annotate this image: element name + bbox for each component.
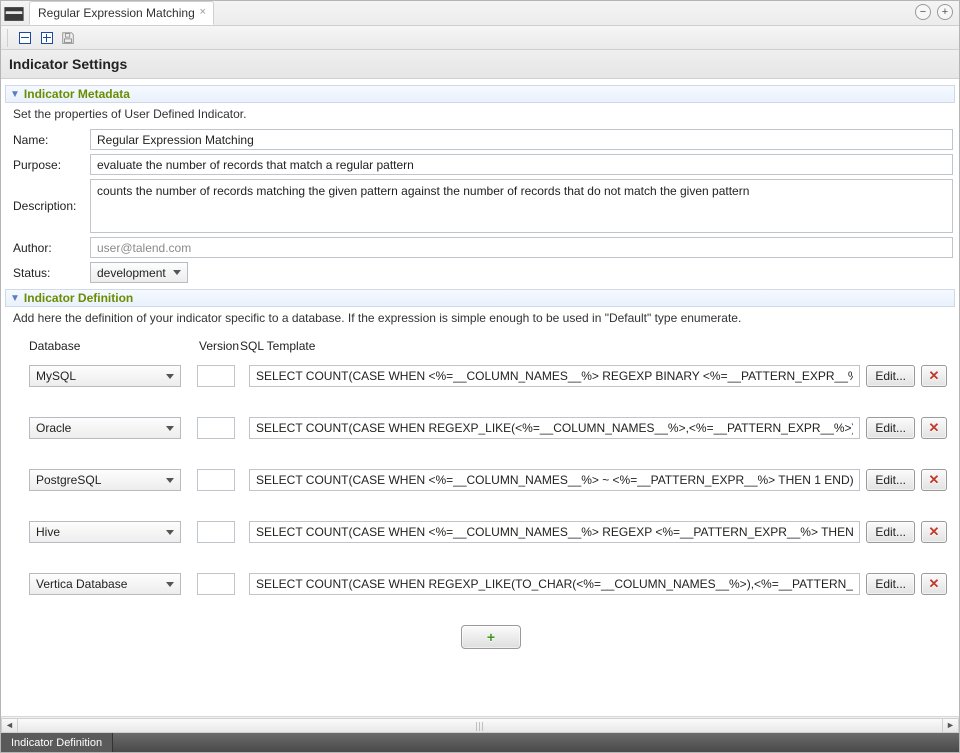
version-input[interactable]	[197, 573, 235, 595]
sql-template-input[interactable]	[249, 417, 860, 439]
sql-template-input[interactable]	[249, 469, 860, 491]
definition-row: MySQL Edit... ✕	[29, 365, 953, 387]
delete-button[interactable]: ✕	[921, 469, 947, 491]
status-select[interactable]: development	[90, 262, 188, 283]
delete-button[interactable]: ✕	[921, 417, 947, 439]
section-title-metadata: Indicator Metadata	[24, 87, 130, 101]
purpose-input[interactable]	[90, 154, 953, 175]
edit-label: Edit...	[875, 577, 906, 591]
edit-label: Edit...	[875, 525, 906, 539]
edit-button[interactable]: Edit...	[866, 521, 915, 543]
database-value: Vertica Database	[36, 577, 127, 591]
name-input[interactable]	[90, 129, 953, 150]
minimize-icon[interactable]: −	[915, 4, 931, 20]
definition-row: Vertica Database Edit... ✕	[29, 573, 953, 595]
edit-button[interactable]: Edit...	[866, 365, 915, 387]
edit-label: Edit...	[875, 369, 906, 383]
tabstrip-tools: − +	[915, 4, 953, 20]
delete-icon: ✕	[929, 524, 940, 540]
delete-button[interactable]: ✕	[921, 365, 947, 387]
definition-row: PostgreSQL Edit... ✕	[29, 469, 953, 491]
header-database: Database	[29, 339, 199, 353]
bottom-tab-label: Indicator Definition	[11, 737, 102, 749]
section-header-definition[interactable]: ▼ Indicator Definition	[5, 289, 955, 307]
definition-row: Oracle Edit... ✕	[29, 417, 953, 439]
scroll-track[interactable]	[18, 718, 942, 733]
version-input[interactable]	[197, 365, 235, 387]
tab-title: Regular Expression Matching	[38, 6, 195, 20]
bottom-tabs: Indicator Definition	[1, 733, 959, 752]
label-status: Status:	[13, 266, 90, 280]
version-input[interactable]	[197, 469, 235, 491]
delete-icon: ✕	[929, 472, 940, 488]
definition-hint: Add here the definition of your indicato…	[13, 311, 953, 325]
label-description: Description:	[13, 199, 90, 213]
delete-icon: ✕	[929, 420, 940, 436]
database-select[interactable]: Vertica Database	[29, 573, 181, 595]
header-version: Version	[199, 339, 240, 353]
edit-label: Edit...	[875, 421, 906, 435]
section-title-definition: Indicator Definition	[24, 291, 133, 305]
metadata-form: Name: Purpose: Description: counts the n…	[13, 129, 953, 283]
delete-icon: ✕	[929, 576, 940, 592]
delete-icon: ✕	[929, 368, 940, 384]
database-value: Oracle	[36, 421, 71, 435]
edit-label: Edit...	[875, 473, 906, 487]
database-value: PostgreSQL	[36, 473, 101, 487]
scroll-thumb[interactable]	[18, 718, 942, 733]
save-button[interactable]	[61, 31, 75, 45]
add-definition-button[interactable]: +	[461, 625, 521, 649]
section-header-metadata[interactable]: ▼ Indicator Metadata	[5, 85, 955, 103]
status-value: development	[97, 266, 166, 280]
version-input[interactable]	[197, 521, 235, 543]
sql-template-input[interactable]	[249, 521, 860, 543]
editor-window: Regular Expression Matching × − + Indica…	[0, 0, 960, 753]
definition-row: Hive Edit... ✕	[29, 521, 953, 543]
scroll-left-icon[interactable]: ◄	[1, 718, 18, 733]
expand-all-button[interactable]	[39, 30, 55, 46]
database-select[interactable]: Hive	[29, 521, 181, 543]
database-select[interactable]: MySQL	[29, 365, 181, 387]
sql-template-input[interactable]	[249, 573, 860, 595]
description-input[interactable]: counts the number of records matching th…	[90, 179, 953, 233]
header-sql: SQL Template	[240, 339, 315, 353]
label-name: Name:	[13, 133, 90, 147]
database-value: MySQL	[36, 369, 76, 383]
database-select[interactable]: PostgreSQL	[29, 469, 181, 491]
scroll-right-icon[interactable]: ►	[942, 718, 959, 733]
collapse-all-button[interactable]	[17, 30, 33, 46]
label-author: Author:	[13, 241, 90, 255]
tab-strip: Regular Expression Matching × − +	[1, 1, 959, 26]
edit-button[interactable]: Edit...	[866, 417, 915, 439]
definition-area: Database Version SQL Template MySQL Edit.…	[29, 339, 953, 649]
toolbar-separator	[7, 29, 8, 47]
definition-headers: Database Version SQL Template	[29, 339, 953, 353]
database-select[interactable]: Oracle	[29, 417, 181, 439]
sql-template-input[interactable]	[249, 365, 860, 387]
edit-button[interactable]: Edit...	[866, 469, 915, 491]
page-title: Indicator Settings	[1, 50, 959, 79]
database-value: Hive	[36, 525, 60, 539]
chevron-down-icon[interactable]: ▼	[10, 89, 20, 100]
horizontal-scrollbar[interactable]: ◄ ►	[1, 716, 959, 733]
chevron-down-icon[interactable]: ▼	[10, 293, 20, 304]
close-icon[interactable]: ×	[197, 6, 209, 18]
tab-file-icon	[3, 3, 25, 25]
author-input[interactable]	[90, 237, 953, 258]
plus-icon: +	[487, 629, 495, 645]
metadata-hint: Set the properties of User Defined Indic…	[13, 107, 953, 121]
label-purpose: Purpose:	[13, 158, 90, 172]
edit-button[interactable]: Edit...	[866, 573, 915, 595]
body-scroll: ▼ Indicator Metadata Set the properties …	[1, 79, 959, 716]
maximize-icon[interactable]: +	[937, 4, 953, 20]
bottom-tab-indicator-definition[interactable]: Indicator Definition	[1, 733, 113, 752]
delete-button[interactable]: ✕	[921, 573, 947, 595]
editor-tab[interactable]: Regular Expression Matching ×	[29, 1, 214, 25]
toolbar	[1, 26, 959, 50]
delete-button[interactable]: ✕	[921, 521, 947, 543]
version-input[interactable]	[197, 417, 235, 439]
